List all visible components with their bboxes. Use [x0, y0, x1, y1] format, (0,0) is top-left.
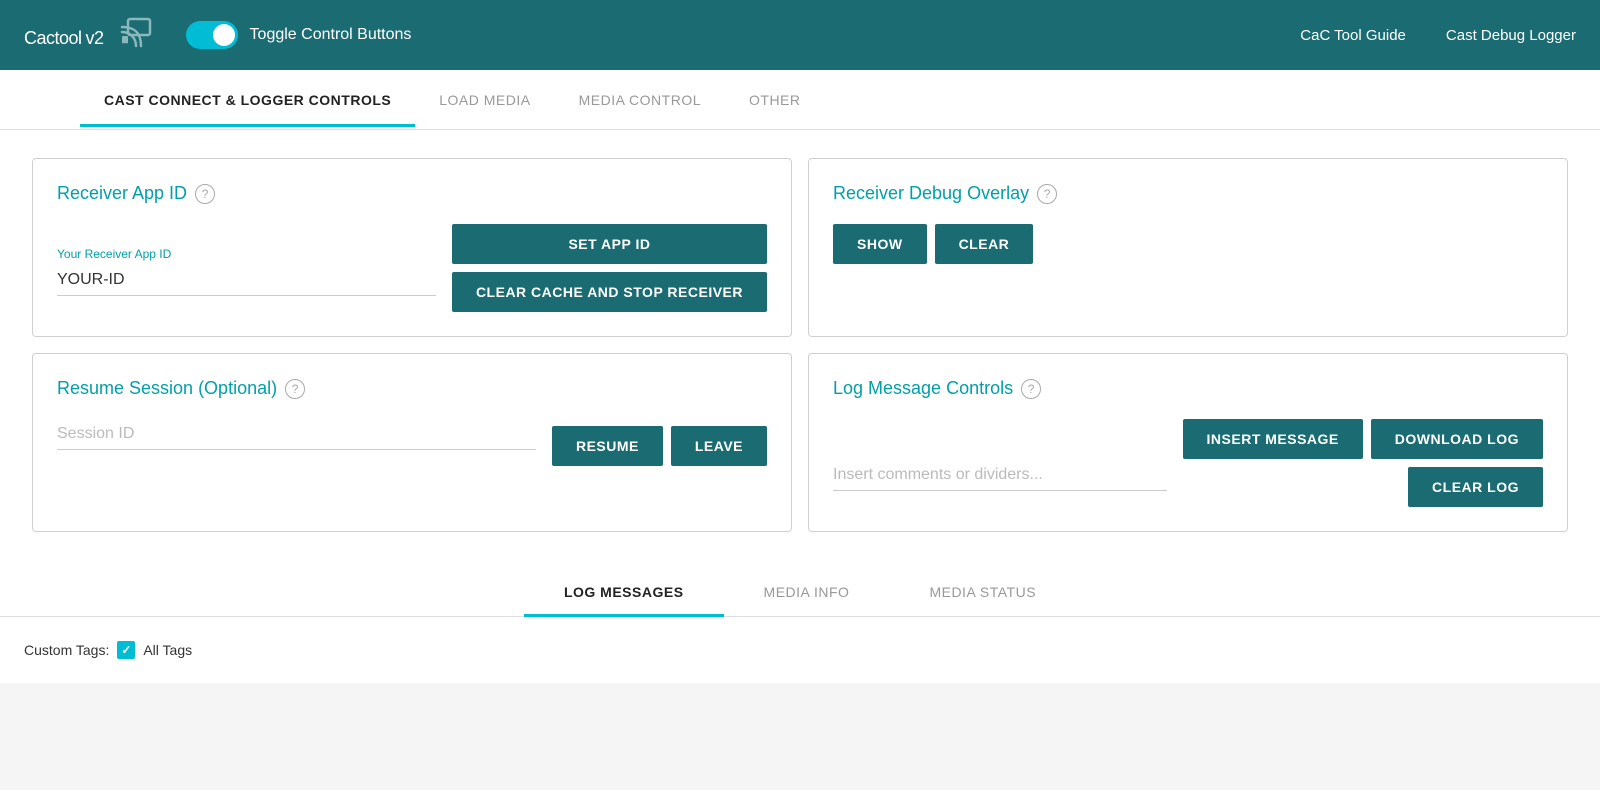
clear-cache-stop-receiver-button[interactable]: CLEAR CACHE AND STOP RECEIVER: [452, 272, 767, 312]
log-actions-bottom-row: CLEAR LOG: [1408, 467, 1543, 507]
receiver-debug-overlay-card: Receiver Debug Overlay ? SHOW CLEAR: [808, 158, 1568, 337]
log-message-controls-help-icon[interactable]: ?: [1021, 379, 1041, 399]
tab-cast-connect[interactable]: CAST CONNECT & LOGGER CONTROLS: [80, 74, 415, 126]
receiver-app-id-input[interactable]: [57, 265, 436, 296]
log-message-controls-title: Log Message Controls ?: [833, 378, 1543, 399]
main-content: Receiver App ID ? Your Receiver App ID S…: [0, 130, 1600, 560]
bottom-tabs: LOG MESSAGES MEDIA INFO MEDIA STATUS: [0, 560, 1600, 617]
cac-tool-guide-link[interactable]: CaC Tool Guide: [1300, 27, 1406, 44]
custom-tags-label: Custom Tags:: [24, 642, 109, 658]
receiver-app-id-card: Receiver App ID ? Your Receiver App ID S…: [32, 158, 792, 337]
receiver-debug-overlay-help-icon[interactable]: ?: [1037, 184, 1057, 204]
insert-message-button[interactable]: INSERT MESSAGE: [1183, 419, 1363, 459]
header-right: CaC Tool Guide Cast Debug Logger: [1300, 27, 1576, 44]
all-tags-checkbox[interactable]: [117, 641, 135, 659]
log-insert-input-group: [833, 460, 1167, 507]
log-message-controls-card: Log Message Controls ? INSERT MESSAGE DO…: [808, 353, 1568, 532]
receiver-app-id-input-group: Your Receiver App ID: [57, 247, 436, 312]
session-id-input-group: [57, 419, 536, 466]
tab-media-info[interactable]: MEDIA INFO: [724, 568, 890, 616]
receiver-app-id-help-icon[interactable]: ?: [195, 184, 215, 204]
header: Cactoolv2 Toggle Control Buttons CaC Too…: [0, 0, 1600, 70]
all-tags-label: All Tags: [143, 642, 192, 658]
download-log-button[interactable]: DOWNLOAD LOG: [1371, 419, 1543, 459]
log-insert-input[interactable]: [833, 460, 1167, 491]
tab-media-control[interactable]: MEDIA CONTROL: [555, 74, 725, 126]
resume-button[interactable]: RESUME: [552, 426, 663, 466]
clear-overlay-button[interactable]: CLEAR: [935, 224, 1034, 264]
receiver-app-id-buttons: SET APP ID CLEAR CACHE AND STOP RECEIVER: [452, 224, 767, 312]
session-id-input[interactable]: [57, 419, 536, 450]
toggle-container: Toggle Control Buttons: [186, 21, 412, 49]
resume-session-title: Resume Session (Optional) ?: [57, 378, 767, 399]
resume-session-buttons: RESUME LEAVE: [552, 426, 767, 466]
set-app-id-button[interactable]: SET APP ID: [452, 224, 767, 264]
leave-button[interactable]: LEAVE: [671, 426, 767, 466]
receiver-debug-overlay-buttons: SHOW CLEAR: [833, 224, 1543, 264]
log-actions-top-row: INSERT MESSAGE DOWNLOAD LOG: [1183, 419, 1543, 459]
clear-log-button[interactable]: CLEAR LOG: [1408, 467, 1543, 507]
toggle-label: Toggle Control Buttons: [250, 26, 412, 44]
header-left: Cactoolv2 Toggle Control Buttons: [24, 14, 411, 56]
tab-other[interactable]: OTHER: [725, 74, 825, 126]
toggle-control-buttons[interactable]: [186, 21, 238, 49]
resume-session-help-icon[interactable]: ?: [285, 379, 305, 399]
receiver-app-id-title: Receiver App ID ?: [57, 183, 767, 204]
bottom-content: Custom Tags: All Tags: [0, 617, 1600, 683]
log-actions: INSERT MESSAGE DOWNLOAD LOG CLEAR LOG: [1183, 419, 1543, 507]
receiver-app-id-row: Your Receiver App ID SET APP ID CLEAR CA…: [57, 224, 767, 312]
tab-load-media[interactable]: LOAD MEDIA: [415, 74, 554, 126]
cast-debug-logger-link[interactable]: Cast Debug Logger: [1446, 27, 1576, 44]
cards-grid: Receiver App ID ? Your Receiver App ID S…: [24, 150, 1576, 540]
resume-session-card: Resume Session (Optional) ? RESUME LEAVE: [32, 353, 792, 532]
receiver-debug-overlay-title: Receiver Debug Overlay ?: [833, 183, 1543, 204]
resume-session-row: RESUME LEAVE: [57, 419, 767, 466]
bottom-section: LOG MESSAGES MEDIA INFO MEDIA STATUS Cus…: [0, 560, 1600, 780]
log-message-controls-row: INSERT MESSAGE DOWNLOAD LOG CLEAR LOG: [833, 419, 1543, 507]
tab-log-messages[interactable]: LOG MESSAGES: [524, 568, 724, 616]
receiver-app-id-label: Your Receiver App ID: [57, 247, 436, 261]
show-overlay-button[interactable]: SHOW: [833, 224, 927, 264]
tab-media-status[interactable]: MEDIA STATUS: [889, 568, 1076, 616]
cast-icon: [120, 14, 154, 56]
nav-tabs: CAST CONNECT & LOGGER CONTROLS LOAD MEDI…: [0, 70, 1600, 130]
custom-tags-row: Custom Tags: All Tags: [24, 641, 1576, 659]
app-logo: Cactoolv2: [24, 19, 104, 51]
